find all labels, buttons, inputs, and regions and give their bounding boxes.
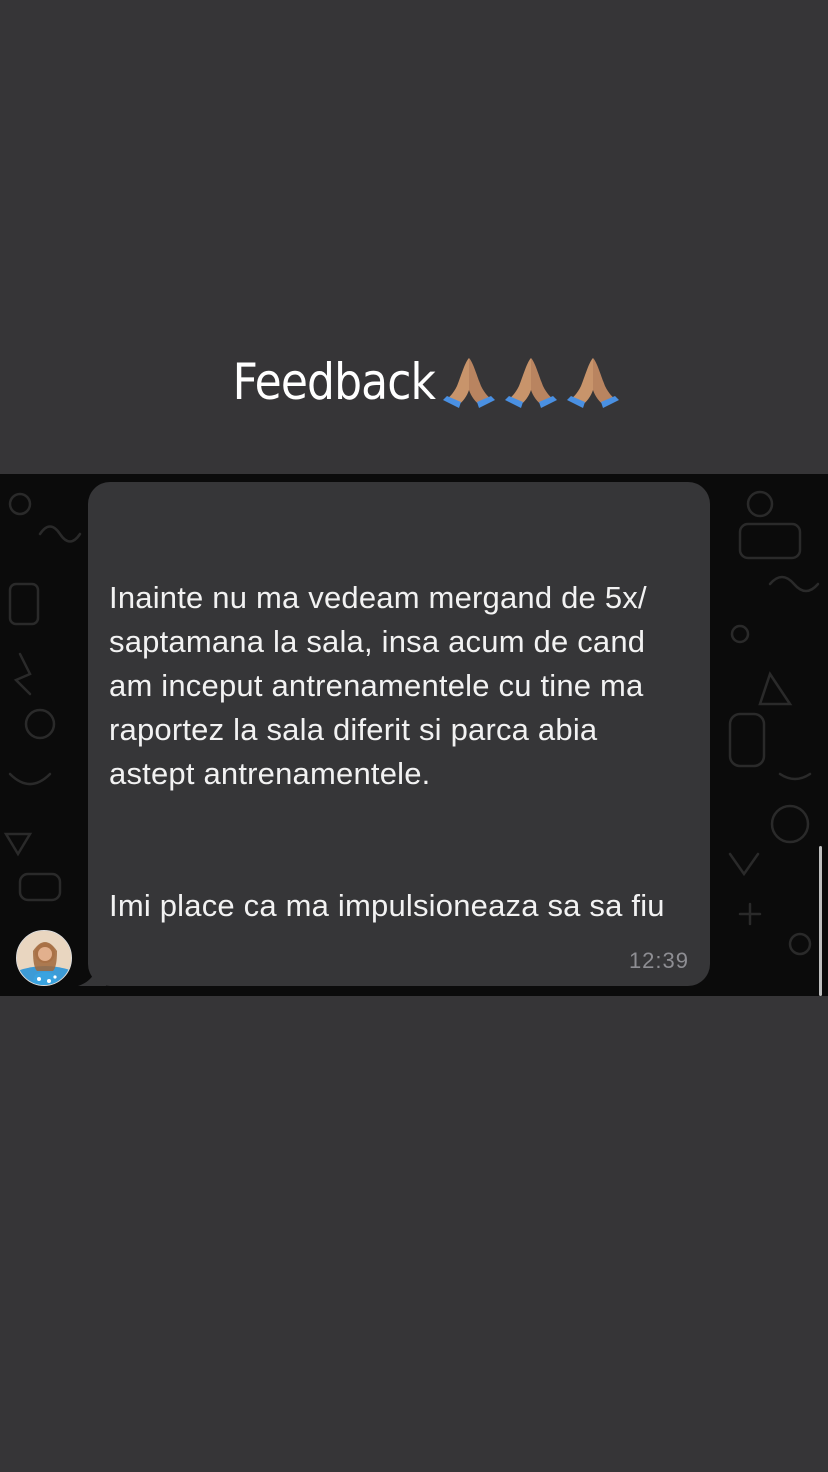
story-title: Feedback — [0, 340, 828, 424]
avatar-photo — [17, 931, 71, 985]
title-text: Feedback — [232, 353, 436, 411]
folded-hands-icon — [443, 358, 496, 408]
chat-screenshot: Inainte nu ma vedeam mergand de 5x/ sapt… — [0, 474, 828, 996]
folded-hands-icon — [567, 358, 620, 408]
message-text: Inainte nu ma vedeam mergand de 5x/ sapt… — [109, 532, 699, 972]
message-paragraph: Inainte nu ma vedeam mergand de 5x/ sapt… — [109, 580, 647, 791]
scrollbar[interactable] — [819, 846, 822, 996]
folded-hands-icon — [505, 358, 558, 408]
avatar[interactable] — [16, 930, 72, 986]
message-paragraph: Imi place ca ma impulsioneaza sa sa fiu — [109, 888, 665, 923]
message-bubble[interactable]: Inainte nu ma vedeam mergand de 5x/ sapt… — [88, 482, 710, 986]
folded-hands-emoji-group — [439, 352, 623, 412]
message-timestamp: 12:39 — [628, 948, 689, 973]
